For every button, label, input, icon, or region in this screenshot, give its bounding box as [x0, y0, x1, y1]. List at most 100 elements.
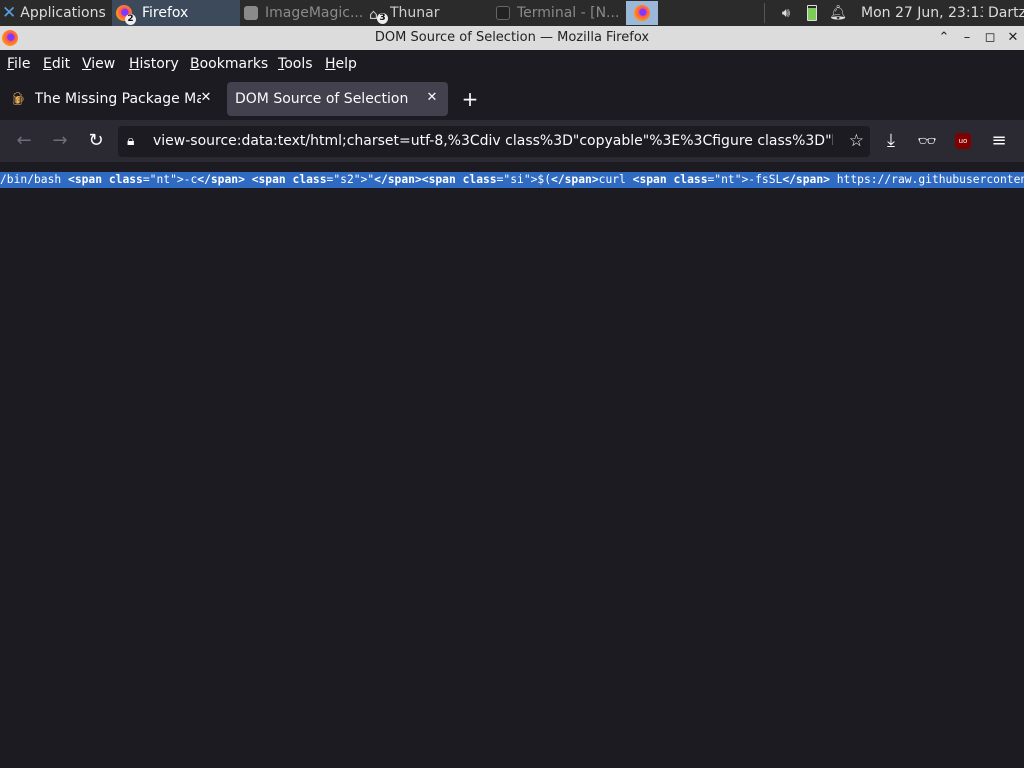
terminal-icon [496, 6, 510, 20]
source-text-token [286, 173, 293, 186]
user-name[interactable]: Dartz [988, 0, 1024, 26]
menu-tools[interactable]: Tools [278, 50, 313, 78]
source-tag-token: </span> [551, 173, 599, 186]
lock-icon[interactable]: 🔒︎ [127, 126, 134, 157]
task-imagemagick[interactable]: ImageMagic... [240, 0, 368, 26]
url-bar[interactable]: 🔒︎ view-source:data:text/html;charset=ut… [118, 126, 870, 157]
menu-file-label: File [7, 56, 31, 72]
url-text[interactable]: view-source:data:text/html;charset=utf-8… [153, 126, 833, 157]
menu-bookmarks[interactable]: Bookmarks [190, 50, 268, 78]
menu-help-label: Help [325, 56, 357, 72]
download-arrow-icon: ⤓ [887, 130, 895, 151]
source-text-token: /bin/bash [0, 173, 69, 186]
tab-label: The Missing Package Manager [34, 91, 201, 107]
bookmark-star-icon[interactable]: ☆ [849, 126, 864, 157]
page-content[interactable]: /bin/bash <span class="nt">-c</span> <sp… [0, 162, 1024, 768]
panel-separator [764, 3, 765, 23]
menu-help[interactable]: Help [325, 50, 357, 78]
source-tag-token: </span><span [374, 173, 456, 186]
menu-history[interactable]: History [129, 50, 179, 78]
spy-glasses-icon: 👓︎ [917, 132, 937, 150]
menu-view-label: View [82, 56, 116, 72]
task-label: ImageMagic... [265, 5, 364, 21]
plus-icon: + [461, 87, 479, 111]
battery-icon[interactable] [804, 0, 820, 26]
source-text-token: ="nt">-c [142, 173, 198, 186]
source-text-token: https://raw.githubusercontent.com/Homebr… [836, 173, 1024, 186]
window-titlebar[interactable]: DOM Source of Selection — Mozilla Firefo… [0, 26, 1024, 50]
arrow-right-icon: → [52, 130, 68, 151]
source-tag-token: class [673, 173, 708, 186]
menu-file[interactable]: File [7, 50, 30, 78]
homebrew-favicon-icon: 🍺︎ [10, 91, 27, 107]
reload-icon: ↻ [88, 130, 104, 151]
source-text-token [245, 173, 252, 186]
applications-menu[interactable]: ✕ Applications ⋮ [2, 0, 110, 26]
tab-missing-package-manager[interactable]: 🍺︎ The Missing Package Manager ✕ [4, 82, 222, 116]
source-text-token [456, 173, 463, 186]
task-firefox-private[interactable] [626, 1, 658, 25]
source-tag-token: </span> [782, 173, 830, 186]
task-label: Thunar [390, 5, 440, 21]
source-tag-token: class [462, 173, 497, 186]
source-tag-token: class [108, 173, 143, 186]
minimize-window-icon[interactable]: – [958, 29, 976, 47]
folder-home-icon: ⌂ 3 [368, 4, 388, 24]
source-text-token: ="s2">" [326, 173, 375, 186]
tab-label: DOM Source of Selection [235, 91, 409, 107]
menu-history-label: History [129, 56, 179, 72]
applications-label: Applications [20, 5, 106, 21]
task-label: Firefox [142, 5, 189, 21]
menu-tools-label: Tools [278, 56, 313, 72]
task-thunar[interactable]: ⌂ 3 Thunar [366, 0, 492, 26]
source-text-token: ="si">$( [496, 173, 552, 186]
menu-edit[interactable]: Edit [43, 50, 70, 78]
source-tag-token: class [292, 173, 327, 186]
task-label: Terminal - [N... [517, 5, 620, 21]
new-tab-button[interactable]: + [456, 82, 484, 116]
forward-button[interactable]: → [44, 125, 76, 157]
window-count-badge: 3 [377, 13, 388, 24]
ublock-origin-icon: uo [955, 133, 971, 149]
tab-bar: 🍺︎ The Missing Package Manager ✕ DOM Sou… [0, 78, 1024, 120]
task-terminal[interactable]: Terminal - [N... [492, 0, 628, 26]
top-panel: ✕ Applications ⋮ 2 Firefox ImageMagic...… [0, 0, 1024, 26]
source-tag-token: </span> [197, 173, 245, 186]
imagemagick-icon [244, 6, 258, 20]
task-firefox[interactable]: 2 Firefox [112, 0, 240, 26]
close-window-icon[interactable]: ✕ [1004, 29, 1022, 47]
app-menu-button[interactable]: ≡ [983, 125, 1015, 157]
source-text-token: curl [598, 173, 633, 186]
extension-button[interactable]: 👓︎ [911, 125, 943, 157]
source-tag-token: <span [68, 173, 103, 186]
reload-button[interactable]: ↻ [80, 125, 112, 157]
back-button[interactable]: ← [8, 125, 40, 157]
source-text-token: ="nt">-fsSL [707, 173, 783, 186]
arrow-left-icon: ← [16, 130, 32, 151]
source-tag-token: <span [632, 173, 667, 186]
ublock-button[interactable]: uo [947, 125, 979, 157]
menu-edit-label: Edit [43, 56, 71, 72]
tab-dom-source[interactable]: DOM Source of Selection ✕ [227, 82, 448, 116]
source-tag-token: <span [251, 173, 286, 186]
downloads-button[interactable]: ⤓ [875, 125, 907, 157]
menu-bookmarks-label: Bookmarks [190, 56, 269, 72]
shade-window-icon[interactable]: ⌃ [935, 29, 953, 47]
menu-bar: File Edit View History Bookmarks Tools H… [0, 50, 1024, 78]
volume-icon[interactable]: 🔊︎ [776, 0, 796, 26]
source-text-token [102, 173, 109, 186]
close-tab-icon[interactable]: ✕ [198, 90, 214, 106]
window-count-badge: 2 [125, 14, 136, 25]
notification-bell-icon[interactable]: 🔔︎ [828, 0, 848, 26]
maximize-window-icon[interactable]: ◻ [981, 29, 999, 47]
source-line-selected[interactable]: /bin/bash <span class="nt">-c</span> <sp… [0, 172, 1024, 188]
xfce-logo-icon: ✕ [2, 3, 17, 23]
applications-separator-icon: ⋮ [109, 5, 110, 21]
clock[interactable]: Mon 27 Jun, 23:13 [861, 0, 983, 26]
navigation-toolbar: ← → ↻ 🔒︎ view-source:data:text/html;char… [0, 120, 1024, 162]
close-tab-icon[interactable]: ✕ [424, 90, 440, 106]
menu-view[interactable]: View [82, 50, 115, 78]
hamburger-menu-icon: ≡ [991, 130, 1007, 151]
window-title: DOM Source of Selection — Mozilla Firefo… [374, 30, 650, 45]
firefox-icon [634, 5, 650, 21]
